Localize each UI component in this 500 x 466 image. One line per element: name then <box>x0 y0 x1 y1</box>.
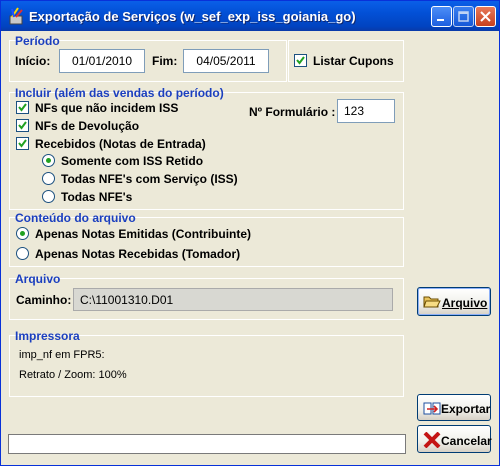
caminho-input[interactable]: C:\11001310.D01 <box>73 288 393 311</box>
arquivo-button-label: Arquivo <box>442 296 488 310</box>
formulario-label: Nº Formulário : <box>249 105 336 119</box>
fim-date-input[interactable]: 04/05/2011 <box>183 49 269 73</box>
exportar-button-label: Exportar <box>441 402 491 416</box>
title-bar[interactable]: Exportação de Serviços (w_sef_exp_iss_go… <box>1 1 499 31</box>
nfs-nao-incidem-iss-checkbox[interactable] <box>16 101 29 114</box>
notas-recebidas-radio[interactable] <box>16 247 29 260</box>
close-button[interactable] <box>475 6 496 27</box>
todas-nfes-radio[interactable] <box>42 190 55 203</box>
status-bar <box>8 434 406 454</box>
maximize-icon <box>458 11 469 22</box>
inicio-date-input[interactable]: 01/01/2010 <box>59 49 145 73</box>
notas-emitidas-label: Apenas Notas Emitidas (Contribuinte) <box>35 227 252 241</box>
pen-cup-icon <box>7 7 25 25</box>
check-icon <box>18 121 27 130</box>
check-icon <box>18 103 27 112</box>
impressora-line1: imp_nf em FPR5: <box>19 349 105 361</box>
nfs-nao-incidem-iss-label: NFs que não incidem ISS <box>35 101 179 115</box>
open-folder-icon <box>423 294 441 310</box>
todas-nfes-servico-label: Todas NFE's com Serviço (ISS) <box>61 172 238 186</box>
minimize-button[interactable] <box>431 6 452 27</box>
todas-nfes-servico-radio[interactable] <box>42 172 55 185</box>
check-icon <box>18 139 27 148</box>
recebidos-checkbox[interactable] <box>16 137 29 150</box>
export-window: Exportação de Serviços (w_sef_exp_iss_go… <box>0 0 500 466</box>
incluir-label: Incluir (além das vendas do período) <box>15 86 224 100</box>
impressora-group <box>9 335 404 397</box>
listar-cupons-checkbox[interactable] <box>294 54 307 67</box>
periodo-label: Período <box>15 34 60 48</box>
formulario-input[interactable]: 123 <box>337 99 395 123</box>
impressora-label: Impressora <box>15 329 80 343</box>
listar-cupons-label: Listar Cupons <box>313 54 394 68</box>
exportar-button[interactable]: Exportar <box>417 394 491 421</box>
somente-iss-retido-label: Somente com ISS Retido <box>61 154 204 168</box>
cancelar-button-label: Cancelar <box>441 434 492 448</box>
impressora-line2: Retrato / Zoom: 100% <box>19 369 127 381</box>
maximize-button[interactable] <box>453 6 474 27</box>
recebidos-label: Recebidos (Notas de Entrada) <box>35 137 206 151</box>
somente-iss-retido-radio[interactable] <box>42 154 55 167</box>
arquivo-button[interactable]: Arquivo <box>417 287 491 316</box>
cancelar-button[interactable]: Cancelar <box>417 425 492 453</box>
close-icon <box>480 11 491 22</box>
nfs-devolucao-label: NFs de Devolução <box>35 119 140 133</box>
export-icon <box>423 401 441 417</box>
caminho-label: Caminho: <box>16 293 72 307</box>
inicio-label: Início: <box>15 54 51 68</box>
todas-nfes-label: Todas NFE's <box>61 190 133 204</box>
red-x-icon <box>423 431 441 449</box>
check-icon <box>296 56 305 65</box>
notas-emitidas-radio[interactable] <box>16 227 29 240</box>
nfs-devolucao-checkbox[interactable] <box>16 119 29 132</box>
fim-label: Fim: <box>152 54 178 68</box>
conteudo-label: Conteúdo do arquivo <box>15 211 136 225</box>
window-title: Exportação de Serviços (w_sef_exp_iss_go… <box>29 9 356 24</box>
arquivo-label: Arquivo <box>15 272 61 286</box>
notas-recebidas-label: Apenas Notas Recebidas (Tomador) <box>35 247 241 261</box>
minimize-icon <box>437 19 444 21</box>
